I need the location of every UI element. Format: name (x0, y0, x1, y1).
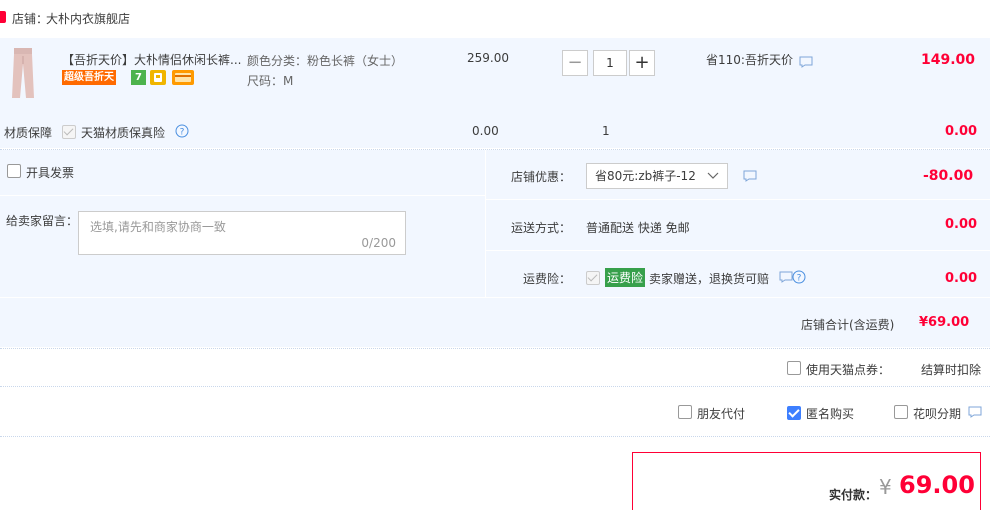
discount-info-icon[interactable] (743, 170, 757, 185)
store-discount-selected: 省80元:zb裤子-12 (595, 169, 696, 183)
product-title-link[interactable]: 【吾折天价】大朴情侣休闲长裤... (62, 51, 241, 68)
store-discount-amount: -80.00 (923, 168, 974, 184)
insurance-message-icon[interactable] (779, 271, 793, 286)
insurance-checkbox[interactable] (586, 270, 600, 285)
help-icon[interactable]: ? (175, 124, 189, 141)
warranty-option: 天猫材质保真险 (81, 126, 166, 140)
discount-message-icon[interactable] (799, 56, 813, 71)
insurance-badge: 运费险 (605, 268, 646, 287)
sku-color: 颜色分类：粉色长裤（女士） (247, 54, 404, 68)
order-info-panel: 开具发票 给卖家留言： 选填,请先和商家协商一致 0/200 店铺优惠： 省80… (0, 150, 990, 347)
unit-price: 259.00 (467, 51, 509, 65)
quantity-decrease-button[interactable]: − (562, 50, 588, 76)
order-item: 【吾折天价】大朴情侣休闲长裤... 超级吾折天 7 颜色分类：粉色长裤（女士） … (0, 38, 990, 148)
payment-amount: 69.00 (899, 471, 975, 499)
payment-label: 实付款： (829, 488, 878, 502)
discount-note: 省110:吾折天价 (706, 53, 793, 67)
insurance-desc: 卖家赠送，退换货可赔 (649, 272, 770, 286)
sku-size: 尺码：M (247, 74, 294, 88)
warranty-subtotal: 0.00 (945, 124, 978, 139)
shipping-amount: 0.00 (945, 217, 978, 232)
insurance-label: 运费险： (523, 272, 572, 286)
huabei-message-icon[interactable] (968, 406, 982, 421)
divider (0, 386, 990, 388)
divider (486, 199, 990, 200)
friend-pay-checkbox[interactable] (678, 405, 692, 419)
chevron-down-icon (707, 172, 719, 179)
product-image[interactable] (8, 46, 38, 102)
insurance-amount: 0.00 (945, 271, 978, 286)
payment-summary: 实付款： ¥ 69.00 (632, 452, 981, 510)
points-checkbox[interactable] (787, 361, 801, 375)
seven-day-return-icon: 7 (131, 70, 146, 85)
guarantee-icon (150, 70, 166, 85)
warranty-price: 0.00 (472, 124, 499, 138)
invoice-checkbox[interactable] (7, 164, 21, 178)
store-total-label: 店铺合计(含运费) (801, 318, 895, 332)
store-name-link[interactable]: 大朴内衣旗舰店 (46, 10, 130, 27)
svg-text:?: ? (797, 274, 802, 284)
column-divider (485, 150, 486, 297)
warranty-quantity: 1 (602, 124, 610, 138)
anonymous-checkbox[interactable] (787, 405, 801, 420)
store-icon (0, 11, 6, 23)
points-note: 结算时扣除 (921, 363, 982, 377)
item-subtotal: 149.00 (921, 52, 976, 68)
warranty-label: 材质保障 (4, 126, 53, 140)
shipping-method: 普通配送 快递 免邮 (586, 221, 690, 235)
shipping-label: 运送方式： (511, 221, 572, 235)
huabei-label: 花呗分期 (913, 407, 962, 421)
svg-text:?: ? (180, 128, 185, 138)
warranty-checkbox[interactable] (62, 124, 76, 139)
store-discount-label: 店铺优惠： (511, 170, 572, 184)
store-header: 店铺： 大朴内衣旗舰店 (0, 8, 990, 34)
points-label: 使用天猫点券： (806, 363, 891, 377)
divider (0, 297, 990, 298)
promo-badge: 超级吾折天 (62, 70, 116, 85)
message-placeholder: 选填,请先和商家协商一致 (90, 220, 226, 234)
quantity-increase-button[interactable]: + (629, 50, 655, 76)
payment-currency: ¥ (879, 475, 892, 499)
friend-pay-label: 朋友代付 (697, 407, 746, 421)
message-counter: 0/200 (361, 236, 396, 250)
divider (0, 436, 990, 438)
store-discount-select[interactable]: 省80元:zb裤子-12 (586, 163, 728, 189)
message-textarea[interactable]: 选填,请先和商家协商一致 0/200 (78, 211, 406, 255)
credit-card-icon (172, 70, 194, 85)
store-label: 店铺： (12, 12, 49, 26)
anonymous-label: 匿名购买 (806, 407, 855, 421)
insurance-help-icon[interactable]: ? (792, 270, 806, 287)
message-label: 给卖家留言： (6, 214, 79, 228)
huabei-checkbox[interactable] (894, 405, 908, 419)
divider (0, 348, 990, 350)
invoice-row: 开具发票 (0, 150, 485, 196)
store-total-value: ¥69.00 (919, 315, 970, 330)
quantity-input[interactable]: 1 (593, 50, 627, 76)
divider (486, 250, 990, 251)
invoice-label: 开具发票 (26, 166, 75, 180)
